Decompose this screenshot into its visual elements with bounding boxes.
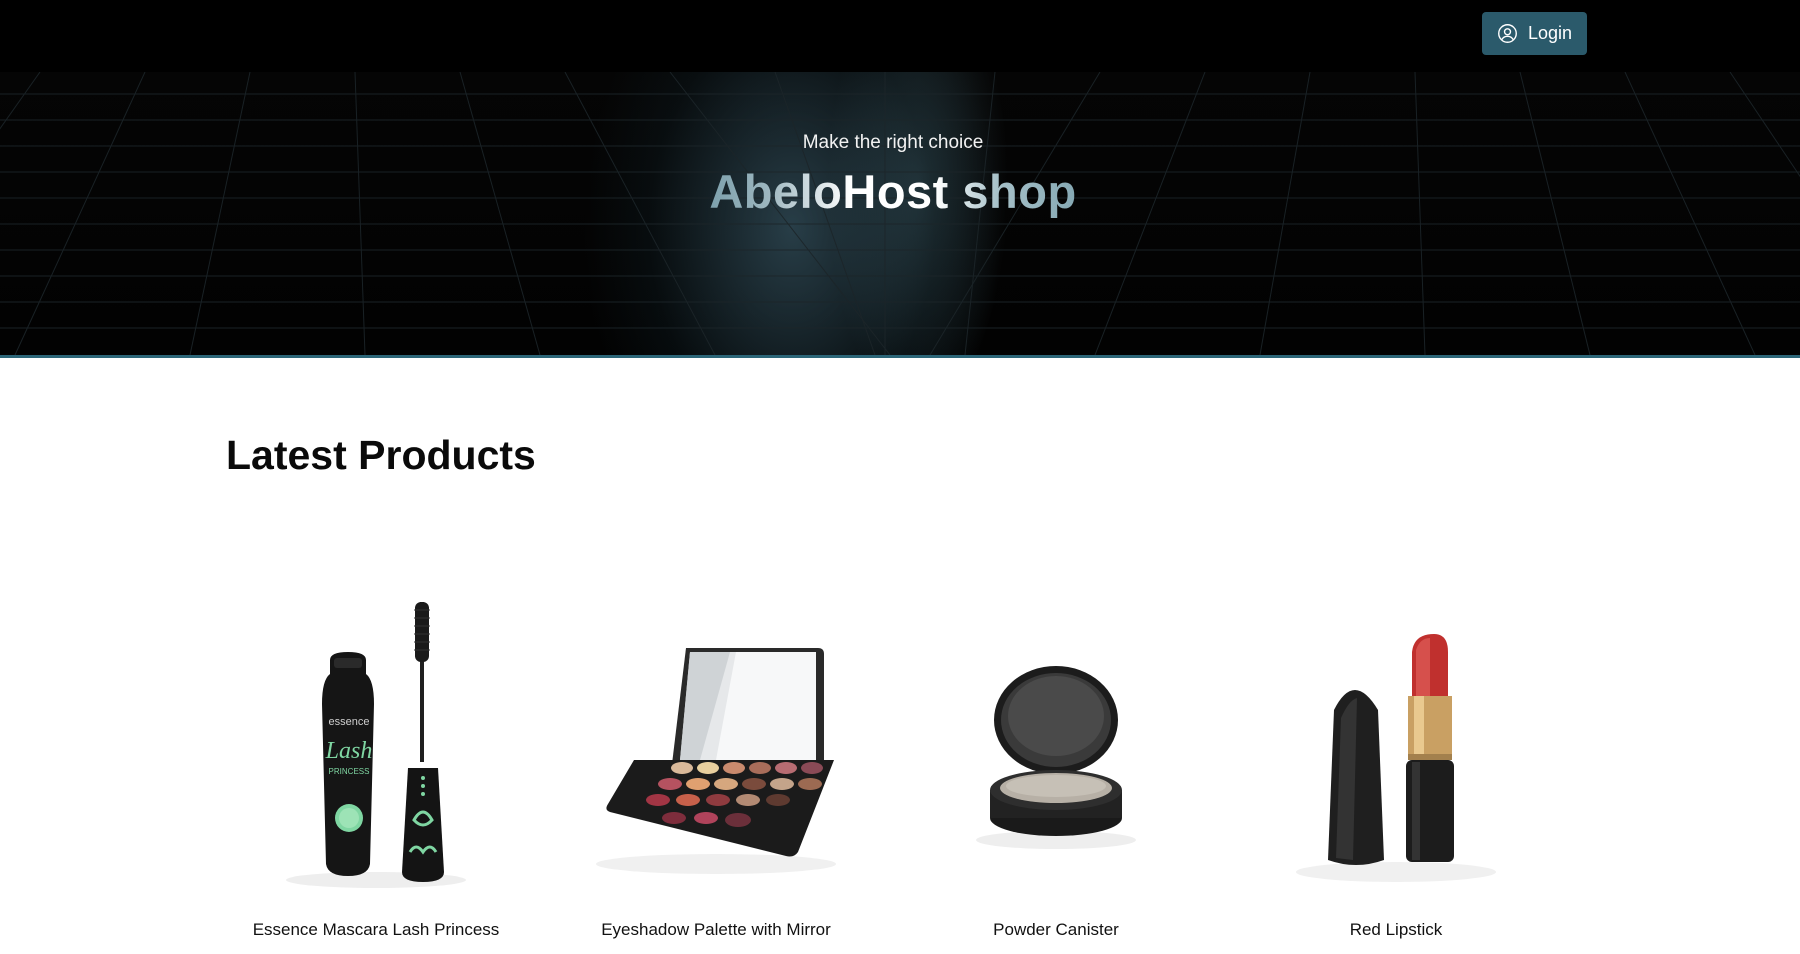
lipstick-image — [1296, 634, 1496, 882]
product-card-mascara[interactable]: essence Lash PRINCESS Essence Mascara La… — [236, 570, 516, 954]
product-name[interactable]: Red Lipstick — [1256, 920, 1536, 940]
product-name[interactable]: Eyeshadow Palette with Mirror — [576, 920, 856, 940]
hero-title: AbeloHost shop — [683, 164, 1103, 219]
svg-text:Lash: Lash — [325, 738, 373, 764]
svg-text:PRINCESS: PRINCESS — [329, 767, 370, 776]
login-label: Login — [1527, 23, 1573, 43]
product-card-lipstick[interactable]: Red Lipstick — [1256, 570, 1536, 954]
user-circle-icon — [1497, 23, 1518, 44]
product-name[interactable]: Powder Canister — [916, 920, 1196, 940]
svg-text:essence: essence — [329, 716, 370, 728]
mascara-image: essence Lash PRINCESS — [286, 602, 466, 888]
hero-banner: Make the right choice AbeloHost shop — [0, 72, 1800, 358]
product-name[interactable]: Essence Mascara Lash Princess — [236, 920, 516, 940]
login-button[interactable]: Login — [1482, 12, 1587, 55]
latest-products-title: Latest Products — [226, 432, 536, 478]
powder-canister-image — [976, 666, 1136, 849]
eyeshadow-palette-image — [596, 648, 836, 874]
top-nav: Login — [0, 0, 1800, 72]
hero-subtitle: Make the right choice — [802, 132, 984, 153]
product-card-eyeshadow[interactable]: Eyeshadow Palette with Mirror — [576, 570, 856, 954]
product-card-powder[interactable]: Powder Canister — [916, 570, 1196, 954]
